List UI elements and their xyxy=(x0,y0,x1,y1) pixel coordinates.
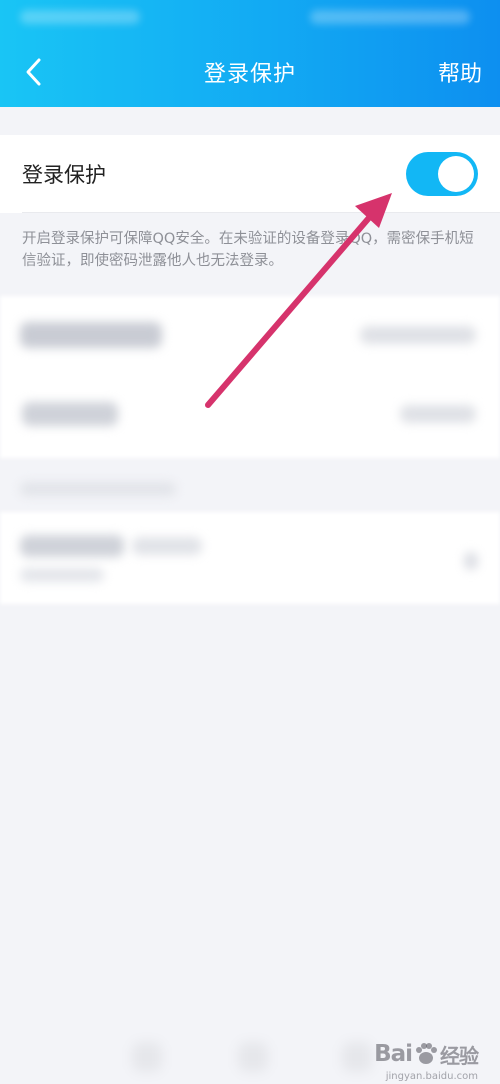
watermark-url: jingyan.baidu.com xyxy=(385,1071,478,1082)
baidu-watermark: Bai 经验 jingyan.baidu.com xyxy=(374,1036,479,1082)
protection-description: 开启登录保护可保障QQ安全。在未验证的设备登录QQ，需密保手机短信验证，即使密码… xyxy=(22,231,474,269)
blurred-item-value xyxy=(360,326,476,344)
blurred-item-title xyxy=(20,322,162,348)
toggle-knob xyxy=(438,156,474,192)
watermark-suffix: 经验 xyxy=(440,1043,479,1068)
watermark-logo-text: Bai xyxy=(374,1041,413,1067)
paw-icon xyxy=(416,1043,437,1064)
app-header: 登录保护 帮助 xyxy=(0,0,500,107)
blurred-nav-icon xyxy=(238,1042,268,1072)
blurred-settings-card xyxy=(0,296,500,458)
blurred-device-name xyxy=(20,535,124,557)
chevron-right-icon xyxy=(464,552,478,570)
page-title: 登录保护 xyxy=(203,62,296,87)
blurred-section-header xyxy=(20,482,176,496)
blurred-device-tag xyxy=(132,537,202,555)
blurred-nav-icon xyxy=(342,1042,372,1072)
blurred-device-detail xyxy=(20,568,104,582)
blurred-item-title xyxy=(22,402,118,426)
login-protection-label: 登录保护 xyxy=(22,163,106,187)
row-divider xyxy=(22,212,500,213)
login-protection-toggle[interactable] xyxy=(406,152,478,196)
status-bar-blurred-right xyxy=(310,10,470,24)
blurred-item-value xyxy=(400,405,476,423)
status-bar-blurred xyxy=(20,10,140,24)
blurred-nav-icon xyxy=(132,1042,162,1072)
blurred-device-card xyxy=(0,512,500,604)
help-button[interactable]: 帮助 xyxy=(438,56,482,88)
